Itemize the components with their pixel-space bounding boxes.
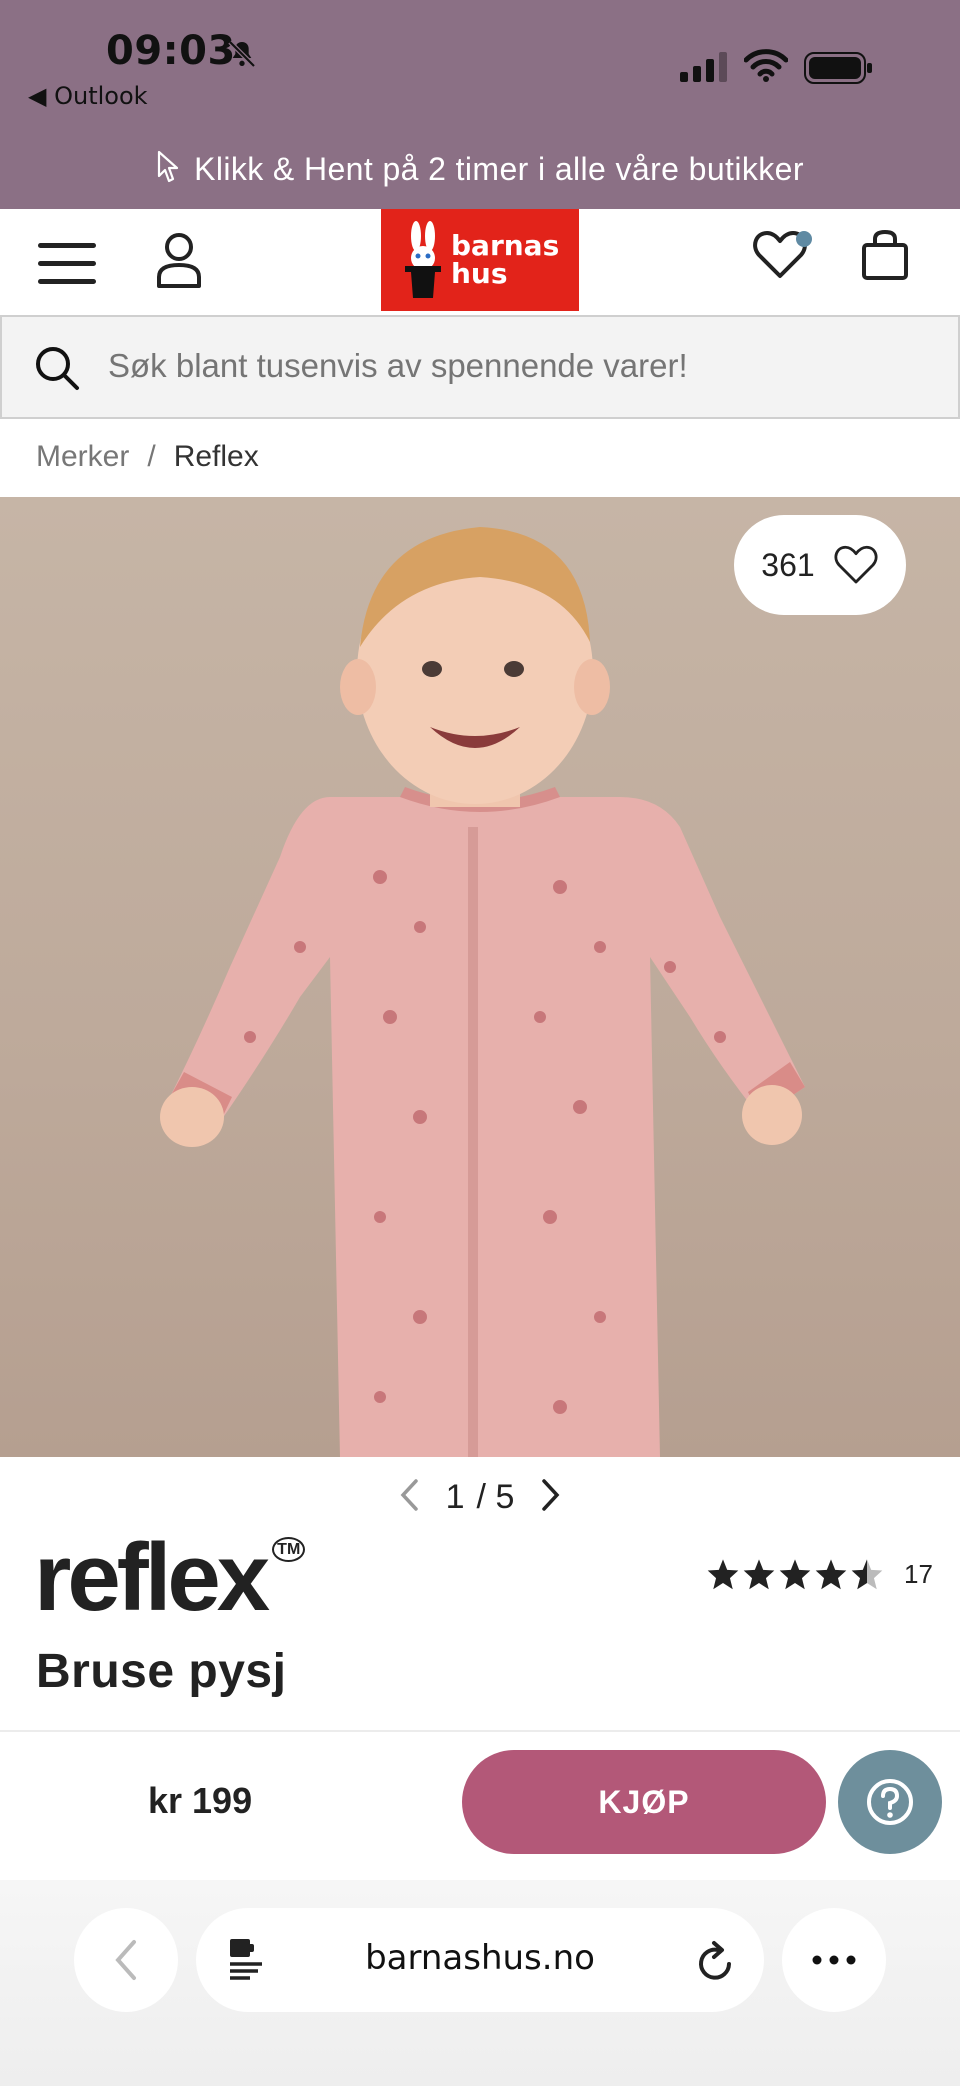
back-app-label: Outlook xyxy=(54,82,148,110)
star-icon xyxy=(779,1559,811,1590)
search-bar[interactable] xyxy=(0,315,960,419)
heart-icon xyxy=(834,545,878,584)
question-icon xyxy=(867,1779,913,1825)
menu-icon[interactable] xyxy=(38,243,96,284)
signal-icon xyxy=(680,52,727,82)
star-icon xyxy=(815,1559,847,1590)
pager-total: 5 xyxy=(495,1478,515,1516)
star-half-icon xyxy=(851,1559,883,1590)
search-icon xyxy=(36,347,79,390)
search-input[interactable] xyxy=(108,347,928,385)
bunny-hat-icon xyxy=(405,221,441,298)
address-bar[interactable]: barnashus.no xyxy=(196,1908,764,2012)
user-icon[interactable] xyxy=(154,231,204,289)
image-pager: 1/ 5 xyxy=(0,1478,960,1517)
favorite-count: 361 xyxy=(761,546,815,583)
product-title: Bruse pysj xyxy=(36,1645,287,1698)
baby-in-pajamas-image xyxy=(160,527,805,1457)
site-header: barnas hus xyxy=(0,209,960,315)
breadcrumb: Merker / Reflex xyxy=(36,440,259,474)
brand-logo[interactable]: reflex TM xyxy=(34,1530,306,1626)
promo-text[interactable]: Klikk & Hent på 2 timer i alle våre buti… xyxy=(0,150,960,188)
breadcrumb-item-current: Reflex xyxy=(173,440,259,473)
browser-back-button[interactable] xyxy=(74,1908,178,2012)
review-count: 17 xyxy=(904,1558,933,1589)
site-logo[interactable]: barnas hus xyxy=(381,209,579,311)
promo-banner-area: 09:03 ◀ Outlook Klikk & Hent på 2 timer … xyxy=(0,0,960,209)
divider xyxy=(0,1730,960,1732)
brand-name: reflex xyxy=(34,1524,270,1631)
bell-slash-icon xyxy=(228,40,256,68)
brand-trademark: TM xyxy=(272,1537,306,1562)
product-price: kr 199 xyxy=(148,1780,253,1821)
product-rating[interactable]: 17 xyxy=(706,1558,933,1590)
browser-toolbar: barnashus.no xyxy=(0,1880,960,2086)
bag-icon[interactable] xyxy=(860,229,910,281)
chevron-left-icon xyxy=(115,1940,136,1980)
wifi-icon xyxy=(744,49,788,82)
favorite-count-button[interactable]: 361 xyxy=(734,515,906,615)
more-button[interactable] xyxy=(782,1908,886,2012)
more-icon xyxy=(812,1955,856,1965)
logo-line-2: hus xyxy=(451,257,508,290)
breadcrumb-item-merker[interactable]: Merker xyxy=(36,440,129,473)
chevron-left-icon[interactable] xyxy=(398,1478,420,1512)
logo-line-1: barnas xyxy=(451,229,560,262)
help-button[interactable] xyxy=(838,1750,942,1854)
buy-button[interactable]: KJØP xyxy=(462,1750,826,1854)
product-image[interactable]: 361 xyxy=(0,497,960,1457)
battery-icon xyxy=(804,52,872,84)
star-icon xyxy=(743,1559,775,1590)
reload-icon[interactable] xyxy=(696,1940,736,1982)
cursor-icon xyxy=(157,150,179,183)
wishlist-badge xyxy=(796,231,812,247)
star-icon xyxy=(707,1559,739,1590)
url-text: barnashus.no xyxy=(365,1938,595,1978)
breadcrumb-separator: / xyxy=(147,440,156,473)
back-to-app-link[interactable]: ◀ Outlook xyxy=(28,82,148,110)
promo-label: Klikk & Hent på 2 timer i alle våre buti… xyxy=(194,151,804,187)
chevron-right-icon[interactable] xyxy=(540,1478,562,1512)
status-time: 09:03 xyxy=(106,28,236,74)
pager-current: 1 xyxy=(445,1478,465,1516)
